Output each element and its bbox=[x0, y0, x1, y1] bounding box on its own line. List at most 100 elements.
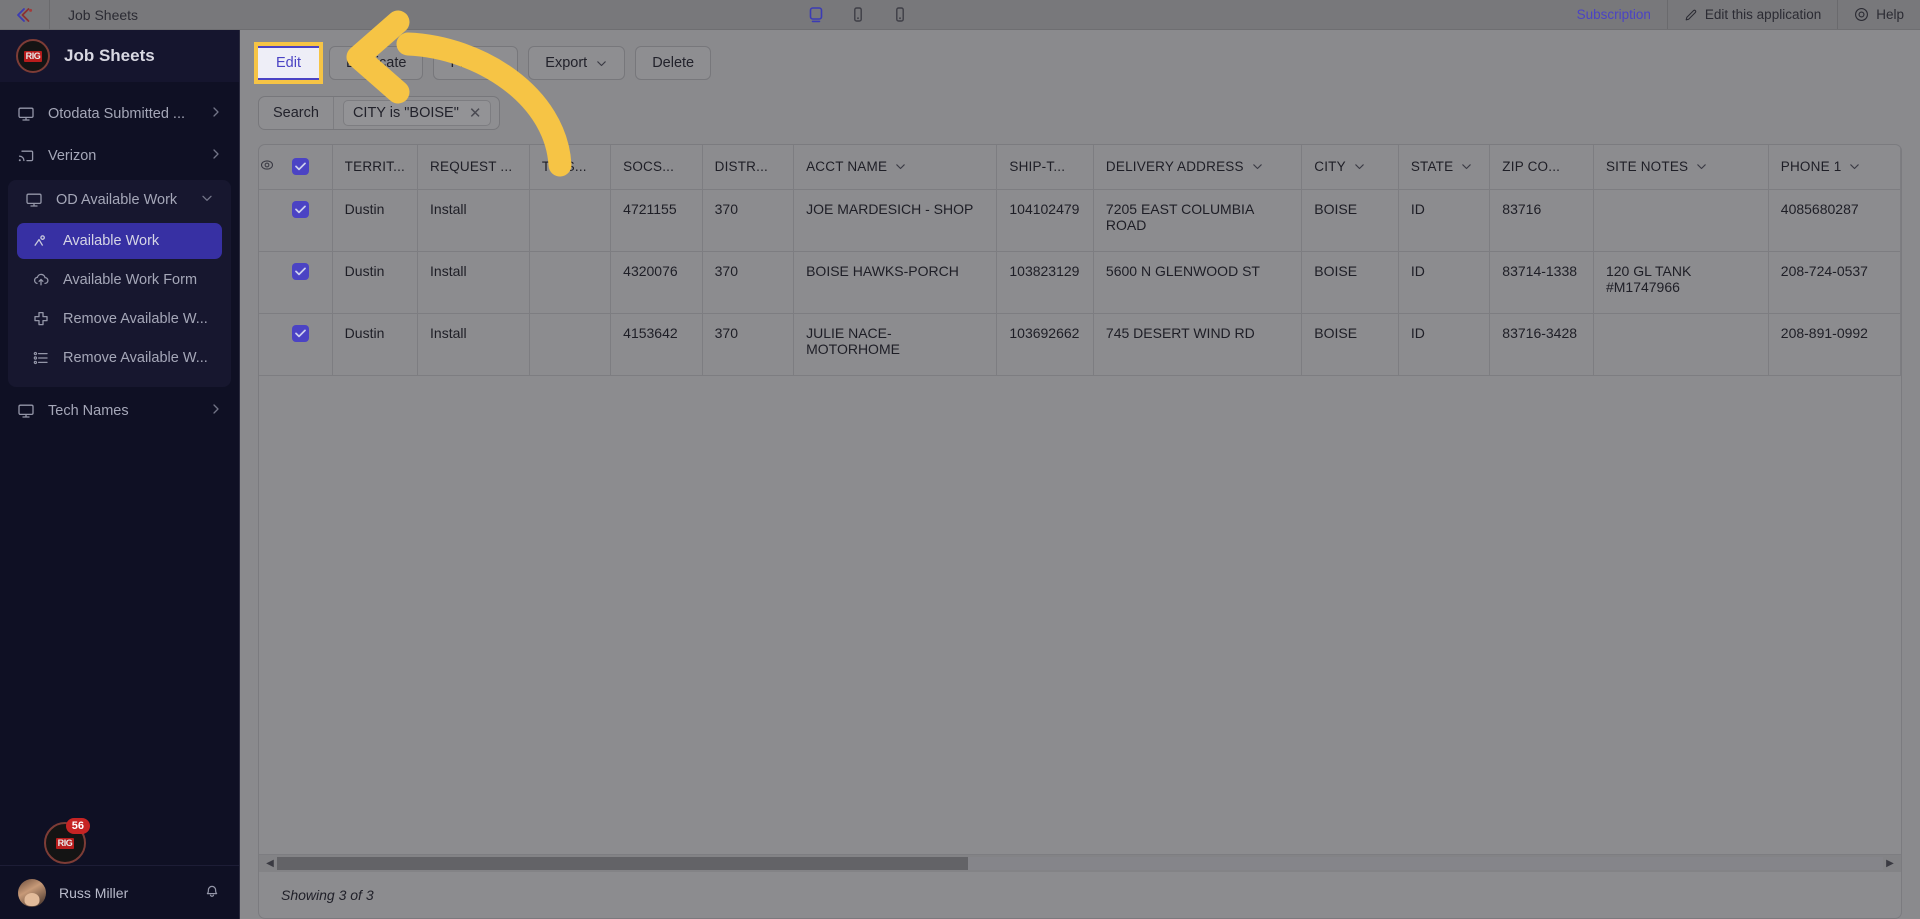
column-header-label: SOCS... bbox=[623, 159, 675, 175]
monitor-icon bbox=[16, 402, 35, 421]
column-header-label: DELIVERY ADDRESS bbox=[1105, 159, 1244, 175]
chevron-left-icon[interactable]: ◀ bbox=[263, 858, 277, 869]
sidebar-group-od-available-work: OD Available Work Available Work Availab… bbox=[8, 180, 231, 387]
table-cell: 208-724-0537 bbox=[1768, 251, 1901, 314]
edit-button-highlight: Edit bbox=[254, 42, 323, 84]
sidebar-item-remove-available-work-1[interactable]: Remove Available W... bbox=[17, 301, 222, 337]
desktop-preview-icon[interactable] bbox=[806, 5, 826, 25]
table-cell: 745 DESERT WIND RD bbox=[1093, 313, 1303, 376]
table-row[interactable]: Dustin Install 4721155 370 JOE MARDESICH - S… bbox=[259, 189, 1901, 252]
sidebar-item-verizon[interactable]: Verizon bbox=[0, 136, 239, 176]
column-header-8[interactable]: CITY bbox=[1301, 145, 1399, 190]
help-label: Help bbox=[1876, 7, 1904, 22]
subscription-link[interactable]: Subscription bbox=[1561, 0, 1667, 29]
sidebar-item-otodata-submitted[interactable]: Otodata Submitted ... bbox=[0, 94, 239, 134]
column-header-5[interactable]: ACCT NAME bbox=[793, 145, 998, 190]
column-header-4[interactable]: DISTR... bbox=[702, 145, 795, 190]
chevron-right-icon[interactable]: ▶ bbox=[1883, 858, 1897, 869]
edit-application-button[interactable]: Edit this application bbox=[1666, 0, 1837, 29]
row-select-cell[interactable] bbox=[291, 189, 333, 252]
column-header-2[interactable]: TM S... bbox=[529, 145, 612, 190]
mobile-preview-icon[interactable] bbox=[890, 5, 910, 25]
delete-button[interactable]: Delete bbox=[635, 46, 712, 80]
records-table: TERRIT... REQUEST ... TM S... SOCS... DISTR.… bbox=[259, 145, 1901, 376]
column-header-10[interactable]: ZIP CO... bbox=[1489, 145, 1594, 190]
sidebar-item-label: OD Available Work bbox=[56, 192, 178, 208]
edit-button[interactable]: Edit bbox=[258, 46, 319, 80]
table-row[interactable]: Dustin Install 4320076 370 BOISE HAWKS-PORCH… bbox=[259, 251, 1901, 314]
tablet-preview-icon[interactable] bbox=[848, 5, 868, 25]
table-scroll-area[interactable]: TERRIT... REQUEST ... TM S... SOCS... DISTR.… bbox=[259, 145, 1901, 854]
table-cell: 4153642 bbox=[610, 313, 703, 376]
column-header-11[interactable]: SITE NOTES bbox=[1593, 145, 1769, 190]
select-all-checkbox[interactable] bbox=[291, 158, 309, 176]
table-cell: 83716-3428 bbox=[1489, 313, 1594, 376]
horizontal-scrollbar[interactable]: ◀ ▶ bbox=[259, 854, 1901, 872]
export-button[interactable]: Export bbox=[528, 46, 626, 80]
table-cell: Dustin bbox=[332, 313, 419, 376]
table-cell: 370 bbox=[702, 313, 795, 376]
bell-icon[interactable] bbox=[203, 881, 221, 904]
select-all-header[interactable] bbox=[291, 145, 333, 190]
sidebar-group-otodata: Otodata Submitted ... bbox=[0, 94, 239, 134]
scrollbar-thumb[interactable] bbox=[277, 857, 968, 870]
image-icon bbox=[31, 232, 50, 251]
column-header-12[interactable]: PHONE 1 bbox=[1768, 145, 1901, 190]
table-cell: ID bbox=[1398, 189, 1491, 252]
row-checkbox[interactable] bbox=[291, 324, 309, 342]
row-visibility-cell bbox=[259, 189, 292, 252]
user-name: Russ Miller bbox=[59, 884, 129, 901]
column-header-1[interactable]: REQUEST ... bbox=[417, 145, 530, 190]
table-cell: 4721155 bbox=[610, 189, 703, 252]
help-circle-icon bbox=[1855, 8, 1869, 21]
column-header-3[interactable]: SOCS... bbox=[610, 145, 703, 190]
table-cell: BOISE bbox=[1301, 313, 1399, 376]
column-header-6[interactable]: SHIP-T... bbox=[996, 145, 1094, 190]
sidebar-item-label: Otodata Submitted ... bbox=[48, 106, 186, 122]
chevron-logo-icon bbox=[17, 7, 33, 22]
table-cell: 370 bbox=[702, 189, 795, 252]
column-header-0[interactable]: TERRIT... bbox=[332, 145, 419, 190]
sidebar-item-remove-available-work-2[interactable]: Remove Available W... bbox=[17, 340, 222, 376]
row-checkbox[interactable] bbox=[291, 200, 309, 218]
app-logo-button[interactable] bbox=[0, 0, 50, 29]
sidebar-user-row[interactable]: Russ Miller bbox=[0, 865, 239, 919]
chevron-down-icon bbox=[1697, 164, 1707, 170]
sidebar-item-available-work-form[interactable]: Available Work Form bbox=[17, 262, 222, 298]
table-cell: 83716 bbox=[1489, 189, 1594, 252]
column-header-7[interactable]: DELIVERY ADDRESS bbox=[1093, 145, 1303, 190]
column-header-label: DISTR... bbox=[714, 159, 768, 175]
print-button[interactable]: Print bbox=[433, 46, 519, 80]
table-cell: 103692662 bbox=[996, 313, 1094, 376]
table-cell: 370 bbox=[702, 251, 795, 314]
sidebar-title: Job Sheets bbox=[64, 46, 155, 65]
search-bar: Search CITY is "BOISE" ✕ bbox=[258, 96, 501, 130]
list-icon bbox=[31, 349, 50, 368]
row-checkbox[interactable] bbox=[291, 262, 309, 280]
row-select-cell[interactable] bbox=[291, 251, 333, 314]
duplicate-button[interactable]: Duplicate bbox=[329, 46, 424, 80]
table-cell: ID bbox=[1398, 313, 1491, 376]
row-select-cell[interactable] bbox=[291, 313, 333, 376]
sidebar-brand[interactable]: RIG Job Sheets bbox=[0, 30, 239, 82]
floating-brand-logo-icon[interactable]: RIG 56 bbox=[44, 818, 90, 864]
close-icon[interactable]: ✕ bbox=[469, 106, 482, 121]
column-header-9[interactable]: STATE bbox=[1398, 145, 1491, 190]
sidebar-item-label: Remove Available W... bbox=[63, 350, 208, 366]
help-button[interactable]: Help bbox=[1837, 0, 1920, 29]
brand-logo-text: RIG bbox=[23, 50, 43, 62]
column-header-label: ZIP CO... bbox=[1502, 159, 1561, 175]
search-filter-chip[interactable]: CITY is "BOISE" ✕ bbox=[342, 100, 492, 126]
sidebar-item-tech-names[interactable]: Tech Names bbox=[0, 391, 239, 431]
table-row[interactable]: Dustin Install 4153642 370 JULIE NACE-MOTORH… bbox=[259, 313, 1901, 376]
visibility-toggle-header[interactable] bbox=[259, 145, 292, 190]
record-toolbar: Edit Duplicate Print Export Delete bbox=[240, 42, 1920, 84]
column-header-label: PHONE 1 bbox=[1780, 159, 1842, 175]
column-header-label: TERRIT... bbox=[344, 159, 405, 175]
scrollbar-track[interactable] bbox=[277, 857, 1883, 870]
sidebar-item-available-work[interactable]: Available Work bbox=[17, 223, 222, 259]
table-cell bbox=[529, 189, 612, 252]
sidebar-item-od-available-work[interactable]: OD Available Work bbox=[8, 180, 231, 220]
search-label[interactable]: Search bbox=[259, 97, 334, 129]
table-cell: 83714-1338 bbox=[1489, 251, 1594, 314]
